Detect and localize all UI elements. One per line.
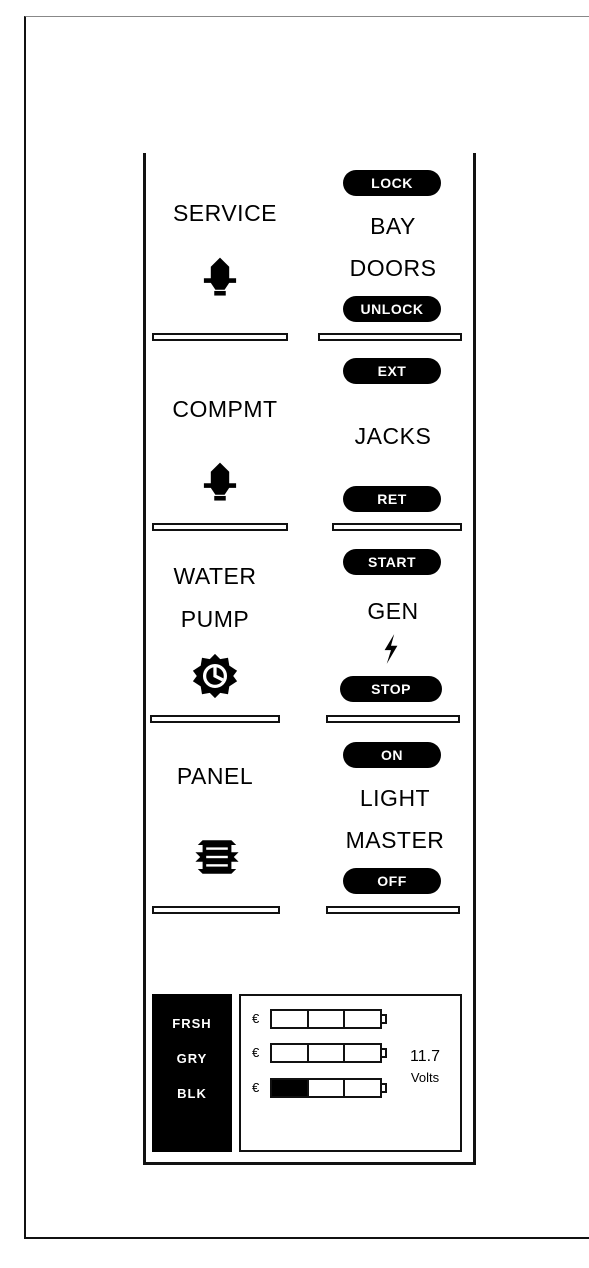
light-master-off-button[interactable]: OFF (343, 868, 441, 894)
gauge-tip (382, 1083, 387, 1093)
light-master-line1: LIGHT (359, 785, 431, 811)
service-level-bar (152, 333, 288, 341)
jacks-label: JACKS (354, 423, 432, 449)
gauge-cell (345, 1011, 381, 1027)
gray-tank-gauge (270, 1043, 382, 1063)
compartment-light-icon[interactable] (197, 458, 243, 504)
generator-bolt-icon (384, 634, 398, 664)
panel-light-icon[interactable] (193, 833, 241, 881)
service-light-icon[interactable] (197, 253, 243, 299)
bay-unlock-button[interactable]: UNLOCK (343, 296, 441, 322)
fresh-tank-icon: € (252, 1011, 260, 1026)
tank-selector[interactable]: FRSH GRY BLK (152, 994, 232, 1152)
gauge-cell (308, 1045, 346, 1061)
bay-doors-line2: DOORS (349, 255, 437, 281)
gen-label: GEN (367, 598, 419, 624)
black-tank-gauge (270, 1078, 382, 1098)
gauge-cell (272, 1011, 309, 1027)
fresh-tank-gauge (270, 1009, 382, 1029)
gen-start-button[interactable]: START (343, 549, 441, 575)
compmt-level-bar (152, 523, 288, 531)
bay-doors-line1: BAY (370, 213, 416, 239)
panel-label: PANEL (176, 763, 254, 789)
voltage-unit: Volts (410, 1070, 440, 1085)
gauge-tip (382, 1014, 387, 1024)
gauge-cell (345, 1045, 381, 1061)
gauge-cell (272, 1080, 309, 1096)
gauge-tip (382, 1048, 387, 1058)
water-pump-bar (150, 715, 280, 723)
jacks-ext-button[interactable]: EXT (343, 358, 441, 384)
light-master-on-button[interactable]: ON (343, 742, 441, 768)
light-master-bar (326, 906, 460, 914)
compmt-label: COMPMT (172, 396, 278, 422)
water-pump-line2: PUMP (180, 606, 250, 632)
tank-fresh-label[interactable]: FRSH (152, 1016, 232, 1031)
gauge-cell (345, 1080, 381, 1096)
gen-bar (326, 715, 460, 723)
bay-doors-bar (318, 333, 462, 341)
black-tank-icon: € (252, 1080, 260, 1095)
jacks-bar (332, 523, 462, 531)
water-pump-icon[interactable] (189, 650, 241, 702)
gray-tank-icon: € (252, 1045, 260, 1060)
water-pump-line1: WATER (173, 563, 257, 589)
voltage-reading: 11.7 (410, 1048, 440, 1065)
gauge-cell (308, 1080, 346, 1096)
service-label: SERVICE (172, 200, 278, 226)
gauge-cell (308, 1011, 346, 1027)
light-master-line2: MASTER (345, 827, 445, 853)
tank-black-label[interactable]: BLK (152, 1086, 232, 1101)
gen-stop-button[interactable]: STOP (340, 676, 442, 702)
jacks-ret-button[interactable]: RET (343, 486, 441, 512)
gauge-cell (272, 1045, 309, 1061)
panel-level-bar (152, 906, 280, 914)
tank-gray-label[interactable]: GRY (152, 1051, 232, 1066)
bay-lock-button[interactable]: LOCK (343, 170, 441, 196)
